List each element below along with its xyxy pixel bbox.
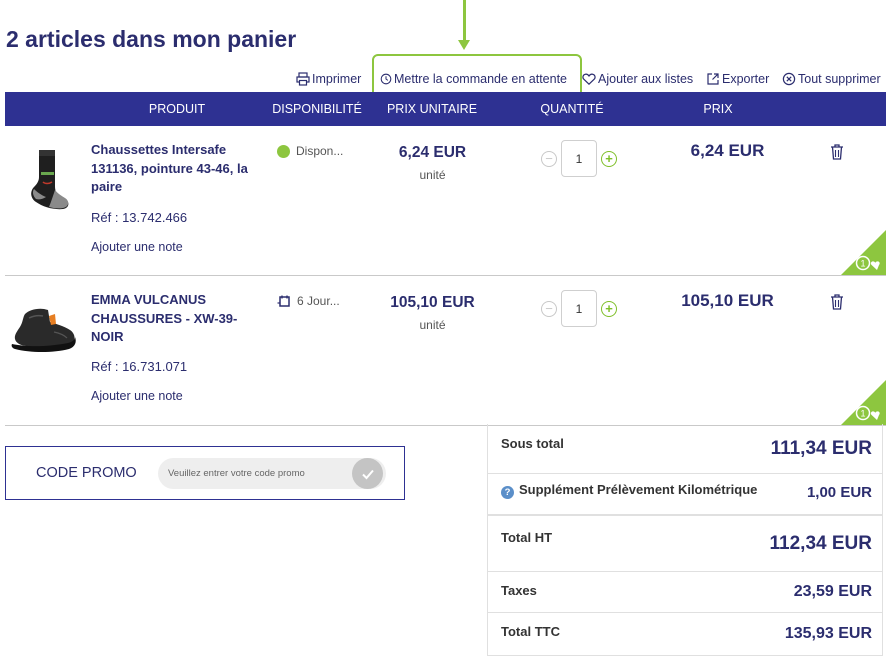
total-ht-label: Total HT bbox=[501, 530, 553, 545]
promo-code-label: CODE PROMO bbox=[36, 465, 137, 481]
add-note-link[interactable]: Ajouter une note bbox=[91, 240, 183, 254]
product-ref: Réf : 16.731.071 bbox=[91, 359, 188, 374]
circle-x-icon bbox=[782, 72, 796, 86]
favorite-corner-badge[interactable]: 1 bbox=[841, 230, 886, 275]
product-ref: Réf : 13.742.466 bbox=[91, 210, 188, 225]
in-stock-dot-icon bbox=[277, 144, 290, 158]
header-availability: DISPONIBILITÉ bbox=[272, 102, 362, 116]
quantity-input[interactable] bbox=[561, 290, 597, 327]
promo-code-box: CODE PROMO bbox=[5, 446, 405, 500]
subtotal-label: Sous total bbox=[501, 436, 564, 451]
total-ht-row: Total HT 112,34 EUR bbox=[488, 515, 882, 572]
header-unit-price: PRIX UNITAIRE bbox=[386, 102, 478, 116]
unit-price: 6,24 EUR bbox=[398, 144, 467, 161]
calendar-icon bbox=[277, 295, 290, 307]
subtotal-row: Sous total 111,34 EUR bbox=[488, 424, 882, 474]
supplement-label-text: Supplément Prélèvement Kilométrique bbox=[519, 482, 758, 497]
checkmark-icon bbox=[361, 469, 374, 479]
export-icon bbox=[707, 73, 719, 85]
export-label: Exporter bbox=[722, 72, 770, 86]
cart-table-header: PRODUIT DISPONIBILITÉ PRIX UNITAIRE QUAN… bbox=[5, 92, 886, 126]
supplement-row: ? Supplément Prélèvement Kilométrique 1,0… bbox=[488, 474, 882, 515]
unit-label: unité bbox=[419, 318, 446, 332]
header-quantity: QUANTITÉ bbox=[540, 102, 604, 116]
annotation-arrow-head bbox=[458, 40, 470, 50]
page-title: 2 articles dans mon panier bbox=[6, 26, 297, 52]
availability: Dispon... bbox=[277, 144, 343, 158]
print-label: Imprimer bbox=[312, 72, 362, 86]
cart-row: Chaussettes Intersafe 131136, pointure 4… bbox=[5, 126, 886, 276]
printer-icon bbox=[296, 72, 310, 86]
product-name[interactable]: Chaussettes Intersafe 131136, pointure 4… bbox=[91, 141, 267, 197]
taxes-row: Taxes 23,59 EUR bbox=[488, 572, 882, 613]
decrease-quantity-button[interactable]: − bbox=[541, 150, 557, 167]
unit-label: unité bbox=[419, 168, 446, 182]
help-icon[interactable]: ? bbox=[501, 486, 514, 499]
decrease-quantity-button[interactable]: − bbox=[541, 300, 557, 317]
order-totals: Sous total 111,34 EUR ? Supplément Prélèv… bbox=[487, 424, 883, 656]
increase-quantity-button[interactable]: + bbox=[601, 150, 617, 167]
line-price: 105,10 EUR bbox=[681, 291, 774, 310]
delete-all-button[interactable]: Tout supprimer bbox=[782, 72, 881, 86]
badge-count: 1 bbox=[860, 259, 865, 269]
product-image-socks bbox=[31, 150, 69, 210]
total-ttc-value: 135,93 EUR bbox=[784, 625, 872, 642]
add-to-lists-button[interactable]: Ajouter aux listes bbox=[582, 72, 693, 86]
cart-row: EMMA VULCANUS CHAUSSURES - XW-39-NOIR Ré… bbox=[5, 276, 886, 426]
availability-label: 6 Jour... bbox=[297, 294, 340, 308]
add-to-lists-label: Ajouter aux listes bbox=[598, 72, 694, 86]
product-name[interactable]: EMMA VULCANUS CHAUSSURES - XW-39-NOIR bbox=[91, 291, 267, 347]
supplement-label: ? Supplément Prélèvement Kilométrique bbox=[501, 482, 757, 499]
supplement-value: 1,00 EUR bbox=[806, 484, 872, 501]
promo-submit-button[interactable] bbox=[352, 458, 383, 489]
trash-icon[interactable] bbox=[829, 293, 845, 311]
export-button[interactable]: Exporter bbox=[706, 72, 769, 86]
line-price: 6,24 EUR bbox=[690, 141, 765, 160]
delete-all-label: Tout supprimer bbox=[798, 72, 881, 86]
total-ttc-label: Total TTC bbox=[501, 624, 560, 639]
annotation-arrow bbox=[463, 0, 466, 42]
header-price: PRIX bbox=[703, 102, 733, 116]
badge-count: 1 bbox=[860, 409, 865, 419]
favorite-corner-badge[interactable]: 1 bbox=[841, 380, 886, 425]
trash-icon[interactable] bbox=[829, 143, 845, 161]
availability-label: Dispon... bbox=[296, 144, 344, 158]
header-product: PRODUIT bbox=[148, 102, 206, 116]
unit-price: 105,10 EUR bbox=[390, 294, 475, 311]
quantity-stepper: − + bbox=[541, 140, 617, 177]
add-note-link[interactable]: Ajouter une note bbox=[91, 389, 183, 403]
heart-icon bbox=[582, 73, 596, 86]
quantity-stepper: − + bbox=[541, 290, 617, 327]
increase-quantity-button[interactable]: + bbox=[601, 300, 617, 317]
taxes-label: Taxes bbox=[501, 583, 537, 598]
taxes-value: 23,59 EUR bbox=[793, 583, 872, 600]
availability: 6 Jour... bbox=[277, 294, 340, 308]
product-image-boots bbox=[11, 308, 76, 352]
quantity-input[interactable] bbox=[561, 140, 597, 177]
print-button[interactable]: Imprimer bbox=[296, 72, 361, 86]
total-ttc-row: Total TTC 135,93 EUR bbox=[488, 613, 882, 656]
total-ht-value: 112,34 EUR bbox=[769, 533, 872, 554]
subtotal-value: 111,34 EUR bbox=[770, 438, 872, 459]
